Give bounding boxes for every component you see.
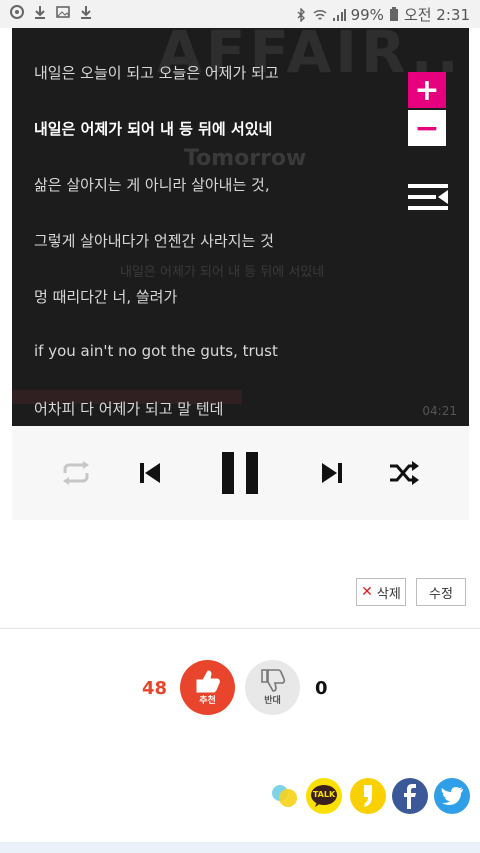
section-divider bbox=[0, 628, 480, 629]
recommend-button[interactable]: 추천 bbox=[180, 660, 235, 715]
oppose-label: 반대 bbox=[264, 696, 281, 706]
playback-controls bbox=[12, 426, 469, 520]
share-kakao-talk-button[interactable]: TALK bbox=[306, 778, 342, 814]
twitter-icon bbox=[441, 787, 463, 805]
image-icon bbox=[56, 6, 70, 18]
lyric-line[interactable]: 어차피 다 어제가 되고 말 텐데 bbox=[34, 398, 223, 419]
facebook-icon bbox=[404, 784, 416, 809]
download-icon bbox=[81, 6, 91, 19]
bottom-strip bbox=[0, 842, 480, 853]
lyrics-player: AFFAIR.. Tomorrow 내일은 어제가 되어 내 등 뒤에 서있네 … bbox=[12, 28, 469, 426]
kakao-page-icon bbox=[364, 785, 372, 807]
thumbs-up-icon bbox=[196, 670, 220, 693]
oppose-button[interactable]: 반대 bbox=[245, 660, 300, 715]
share-twitter-button[interactable] bbox=[434, 778, 470, 814]
lyric-line[interactable]: 내일은 오늘이 되고 오늘은 어제가 되고 bbox=[34, 62, 279, 83]
pause-icon bbox=[222, 452, 258, 494]
lyric-line[interactable]: 그렇게 살아내다가 언젠간 사라지는 것 bbox=[34, 230, 274, 251]
font-size-decrease-button[interactable]: − bbox=[408, 110, 446, 146]
wifi-icon bbox=[313, 9, 327, 20]
recommend-label: 추천 bbox=[199, 696, 216, 706]
delete-label: 삭제 bbox=[376, 586, 401, 602]
shuffle-icon bbox=[390, 461, 419, 485]
repeat-button[interactable] bbox=[48, 446, 104, 500]
thumbs-down-icon bbox=[260, 669, 285, 692]
delete-button[interactable]: ✕ 삭제 bbox=[356, 578, 406, 606]
share-kakao-page-button[interactable] bbox=[350, 778, 386, 814]
font-size-increase-button[interactable]: + bbox=[408, 72, 446, 108]
shuffle-button[interactable] bbox=[376, 446, 432, 500]
close-icon: ✕ bbox=[361, 584, 373, 600]
recommend-count: 48 bbox=[142, 678, 168, 699]
kakao-story-icon bbox=[272, 785, 297, 807]
album-art-subtitle: Tomorrow bbox=[184, 146, 307, 171]
battery-level: 99% bbox=[350, 5, 384, 24]
album-art-lyric-line: 내일은 어제가 되어 내 등 뒤에 서있네 bbox=[120, 265, 325, 280]
signal-icon bbox=[332, 8, 346, 21]
pause-button[interactable] bbox=[212, 446, 268, 500]
share-facebook-button[interactable] bbox=[392, 778, 428, 814]
status-bar: 99% 오전 2:31 bbox=[0, 0, 480, 28]
track-duration: 04:21 bbox=[422, 404, 457, 418]
battery-icon bbox=[389, 7, 398, 21]
lyrics-collapse-icon[interactable] bbox=[408, 180, 448, 214]
kakao-talk-label: TALK bbox=[312, 790, 336, 799]
download-icon bbox=[35, 6, 45, 19]
share-kakao-story-button[interactable] bbox=[266, 778, 302, 814]
lyric-line[interactable]: 삶은 살아지는 게 아니라 살아내는 것, bbox=[34, 174, 270, 195]
next-icon bbox=[322, 463, 342, 483]
lyric-line[interactable]: 멍 때리다간 너, 쓸려가 bbox=[34, 286, 177, 307]
next-button[interactable] bbox=[304, 446, 360, 500]
previous-icon bbox=[140, 463, 160, 483]
app-icon bbox=[10, 5, 24, 19]
lyric-line-active[interactable]: 내일은 어제가 되어 내 등 뒤에 서있네 bbox=[34, 118, 272, 139]
oppose-count: 0 bbox=[315, 678, 328, 699]
bluetooth-icon bbox=[297, 7, 305, 22]
previous-button[interactable] bbox=[122, 446, 178, 500]
lyric-line[interactable]: if you ain't no got the guts, trust bbox=[34, 342, 278, 360]
clock: 오전 2:31 bbox=[403, 6, 470, 24]
repeat-icon bbox=[63, 461, 89, 485]
edit-button[interactable]: 수정 bbox=[416, 578, 466, 606]
